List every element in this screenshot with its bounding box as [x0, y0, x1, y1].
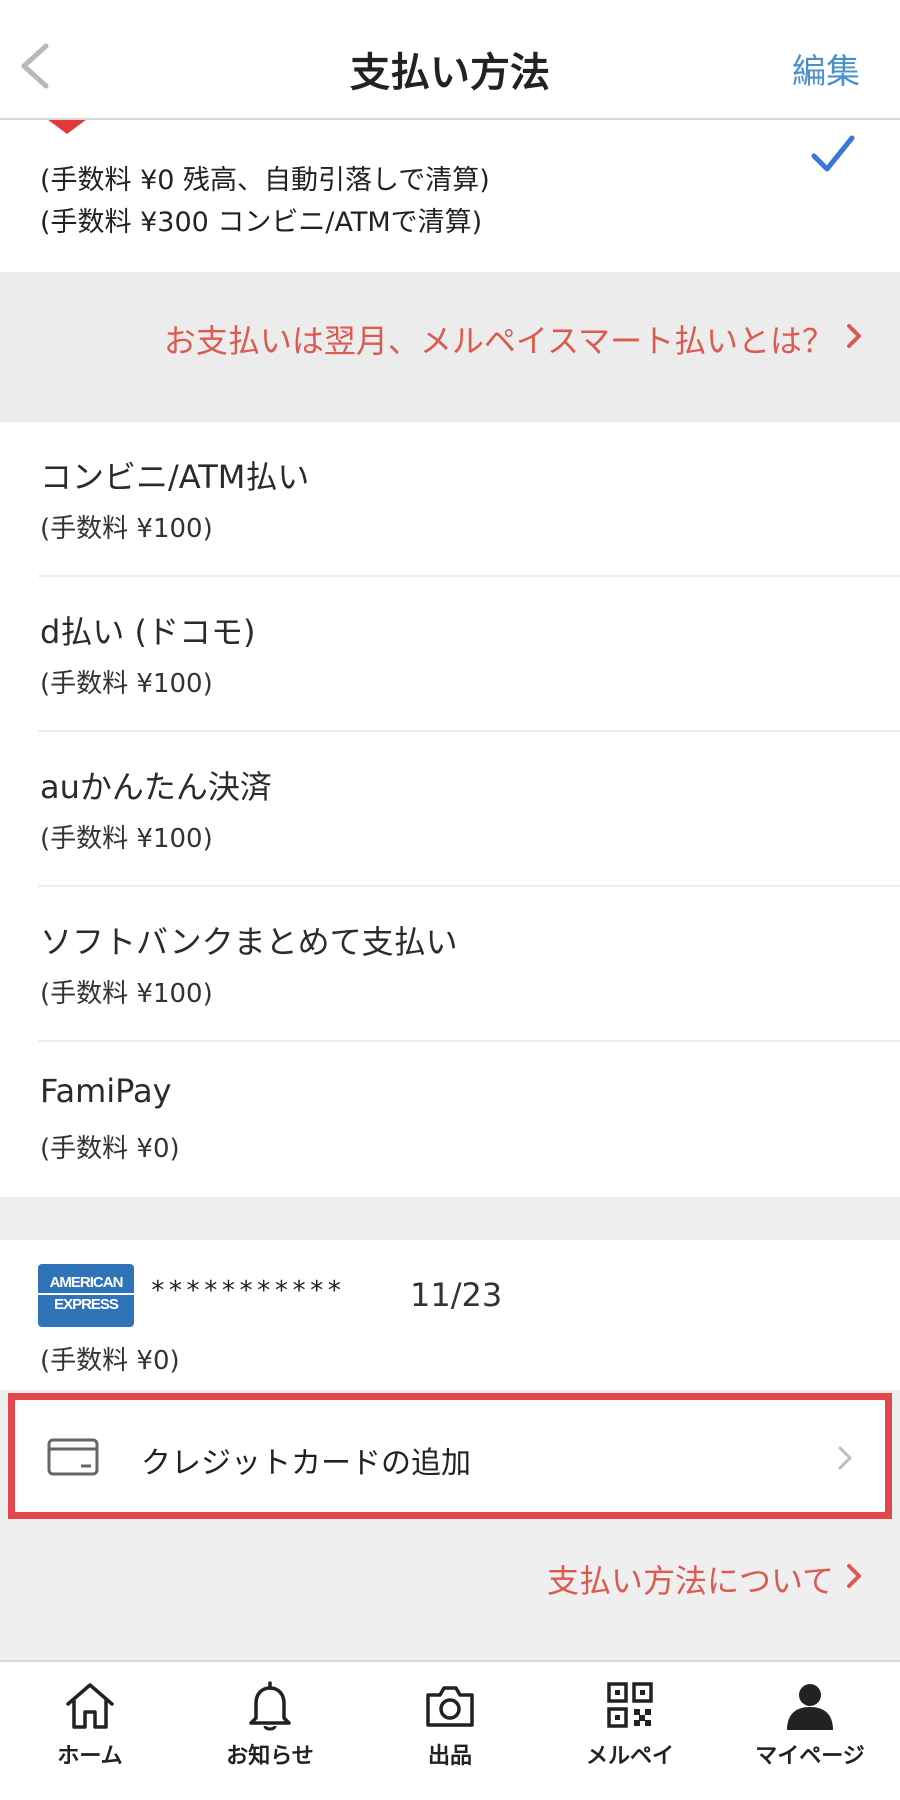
smart-pay-link[interactable]: お支払いは翌月、メルペイスマート払いとは？ — [164, 316, 834, 362]
registered-credit-card[interactable]: AMERICAN EXPRESS *********** 11/23 (手数料 … — [0, 1240, 900, 1390]
tab-label: マイページ — [755, 1744, 865, 1769]
chevron-right-icon — [838, 1446, 852, 1470]
camera-icon — [426, 1686, 474, 1727]
payment-method-softbank[interactable]: ソフトバンクまとめて支払い (手数料 ¥100) — [0, 887, 900, 1042]
add-credit-card-label: クレジットカードの追加 — [141, 1446, 471, 1481]
home-icon — [66, 1683, 114, 1729]
smart-pay-banner[interactable]: お支払いは翌月、メルペイスマート払いとは？ — [0, 272, 900, 422]
tab-mypage[interactable]: マイページ — [720, 1680, 900, 1790]
method-name: ソフトバンクまとめて支払い — [40, 923, 458, 961]
method-name: FamiPay — [40, 1072, 172, 1110]
method-name: auかんたん決済 — [40, 768, 272, 806]
payment-method-convenience-atm[interactable]: コンビニ/ATM払い (手数料 ¥100) — [0, 422, 900, 577]
method-fee: (手数料 ¥100) — [40, 514, 213, 544]
method-fee: (手数料 ¥0) — [40, 1134, 180, 1164]
method-name: d払い (ドコモ) — [40, 613, 256, 651]
card-masked-number: *********** — [150, 1276, 345, 1306]
page-title: 支払い方法 — [350, 50, 550, 96]
selected-method-fee-convenience: (手数料 ¥300 コンビニ/ATMで清算) — [40, 207, 483, 238]
amex-logo-line2: EXPRESS — [54, 1296, 119, 1313]
method-fee: (手数料 ¥100) — [40, 669, 213, 699]
add-credit-card-button[interactable]: クレジットカードの追加 — [8, 1393, 892, 1519]
merpay-logo-icon — [42, 120, 92, 134]
amex-logo-icon: AMERICAN EXPRESS — [38, 1264, 134, 1327]
amex-logo-line1: AMERICAN — [49, 1274, 124, 1291]
tab-label: 出品 — [427, 1744, 472, 1769]
bottom-tab-bar: ホーム お知らせ 出品 メルペイ マイページ — [0, 1660, 900, 1800]
chevron-right-icon — [847, 1564, 861, 1588]
selected-payment-method[interactable]: (手数料 ¥0 残高、自動引落しで清算) (手数料 ¥300 コンビニ/ATMで… — [0, 120, 900, 272]
tab-home[interactable]: ホーム — [0, 1680, 180, 1790]
checkmark-icon — [811, 135, 855, 172]
nav-header: 支払い方法 編集 — [0, 0, 900, 120]
bell-icon — [249, 1681, 291, 1731]
credit-card-icon — [47, 1438, 99, 1476]
tab-merpay[interactable]: メルペイ — [540, 1680, 720, 1790]
about-payment-methods-link[interactable]: 支払い方法について — [547, 1556, 834, 1602]
method-name: コンビニ/ATM払い — [40, 458, 310, 496]
edit-button[interactable]: 編集 — [792, 44, 860, 93]
tab-notifications[interactable]: お知らせ — [180, 1680, 360, 1790]
payment-method-au[interactable]: auかんたん決済 (手数料 ¥100) — [0, 732, 900, 887]
selected-method-fee-balance: (手数料 ¥0 残高、自動引落しで清算) — [40, 165, 490, 196]
card-fee: (手数料 ¥0) — [40, 1346, 180, 1376]
tab-label: ホーム — [57, 1744, 123, 1769]
payment-method-d-barai[interactable]: d払い (ドコモ) (手数料 ¥100) — [0, 577, 900, 732]
amex-logo-band — [38, 1293, 134, 1295]
person-icon — [787, 1684, 833, 1730]
method-fee: (手数料 ¥100) — [40, 979, 213, 1009]
payment-method-list: コンビニ/ATM払い (手数料 ¥100) d払い (ドコモ) (手数料 ¥10… — [0, 422, 900, 1197]
qr-code-icon — [607, 1682, 653, 1728]
method-fee: (手数料 ¥100) — [40, 824, 213, 854]
tab-label: お知らせ — [226, 1744, 314, 1769]
tab-sell[interactable]: 出品 — [360, 1680, 540, 1790]
chevron-right-icon — [847, 324, 861, 348]
tab-label: メルペイ — [585, 1744, 674, 1769]
payment-method-famipay[interactable]: FamiPay (手数料 ¥0) — [0, 1042, 900, 1197]
card-expiry: 11/23 — [410, 1276, 503, 1314]
